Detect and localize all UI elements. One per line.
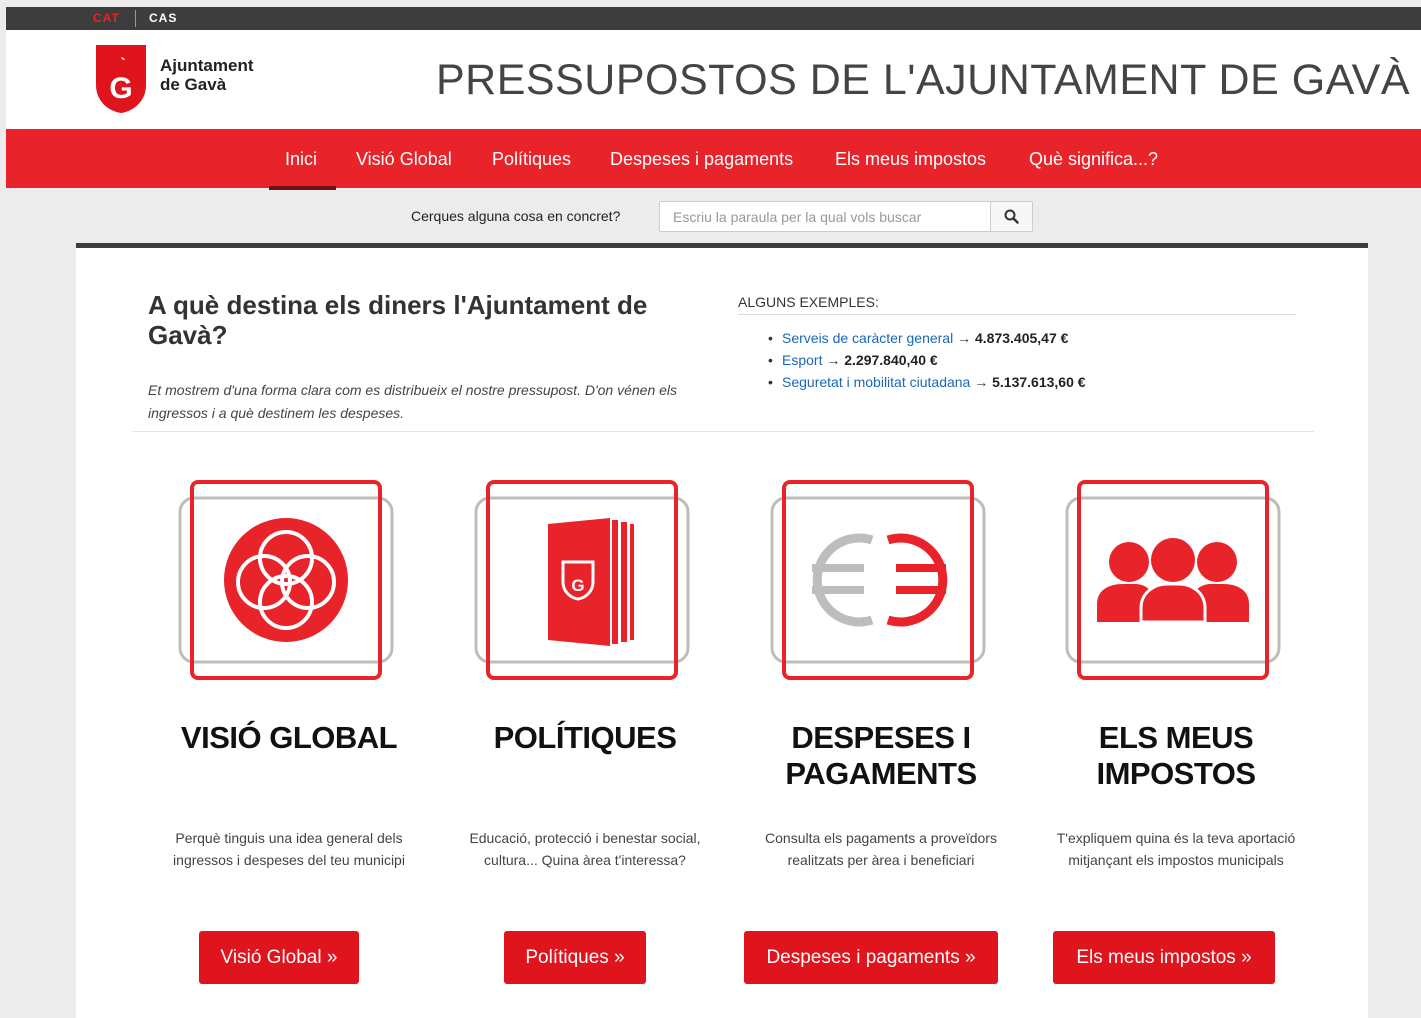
card-text: T'expliquem quina és la teva aportació m… <box>1056 830 1296 868</box>
card-visio-global: VISIÓ GLOBAL Perquè tinguis una idea gen… <box>164 475 434 995</box>
shield-logo-icon: G ` <box>96 45 146 113</box>
nav-item-visio-global[interactable]: Visió Global <box>356 149 452 170</box>
header: G ` Ajuntament de Gavà PRESSUPOSTOS DE L… <box>6 30 1421 129</box>
list-item: Seguretat i mobilitat ciutadana → 5.137.… <box>768 371 1086 393</box>
svg-text:`: ` <box>120 56 125 73</box>
examples-heading: ALGUNS EXEMPLES: <box>738 294 1296 315</box>
search-button[interactable] <box>990 202 1032 231</box>
nav-item-impostos[interactable]: Els meus impostos <box>835 149 986 170</box>
search-label: Cerques alguna cosa en concret? <box>411 208 621 224</box>
search-icon <box>1004 209 1019 224</box>
book-icon[interactable]: G <box>472 480 692 680</box>
example-link[interactable]: Serveis de caràcter general <box>782 330 953 346</box>
card-despeses: DESPESES I PAGAMENTS Consulta els pagame… <box>744 475 1026 995</box>
examples-list: Serveis de caràcter general → 4.873.405,… <box>768 327 1086 393</box>
card-title: DESPESES I PAGAMENTS <box>785 720 977 791</box>
search-row: Cerques alguna cosa en concret? <box>6 188 1421 244</box>
example-value: 2.297.840,40 € <box>844 352 938 368</box>
nav-item-politiques[interactable]: Polítiques <box>492 149 571 170</box>
arrow: → <box>826 352 841 368</box>
svg-text:G: G <box>571 576 584 595</box>
logo-text: Ajuntament de Gavà <box>160 56 254 94</box>
impostos-button[interactable]: Els meus impostos » <box>1053 931 1275 984</box>
nav-item-despeses[interactable]: Despeses i pagaments <box>610 149 793 170</box>
main-content: A què destina els diners l'Ajuntament de… <box>76 243 1368 1018</box>
example-value: 5.137.613,60 € <box>992 374 1086 390</box>
circles-icon[interactable] <box>176 480 396 680</box>
lang-separator <box>135 10 136 27</box>
lang-cat-link[interactable]: CAT <box>93 11 120 25</box>
politiques-button[interactable]: Polítiques » <box>504 931 646 984</box>
intro-text: Et mostrem d'una forma clara com es dist… <box>148 382 678 421</box>
logo-line-2: de Gavà <box>160 75 227 94</box>
card-title: POLÍTIQUES <box>493 720 677 755</box>
card-impostos: ELS MEUS IMPOSTOS T'expliquem quina és l… <box>1051 475 1321 995</box>
card-title: ELS MEUS IMPOSTOS <box>1096 720 1256 791</box>
euro-icon[interactable] <box>768 480 988 680</box>
search-box <box>659 201 1033 232</box>
people-icon[interactable] <box>1063 480 1283 680</box>
card-text: Perquè tinguis una idea general dels ing… <box>173 830 405 868</box>
example-value: 4.873.405,47 € <box>974 330 1069 346</box>
logo[interactable]: G ` Ajuntament de Gavà <box>92 43 272 115</box>
card-text: Educació, protecció i benestar social, c… <box>469 830 701 868</box>
example-link[interactable]: Esport <box>782 352 822 368</box>
nav-item-inici[interactable]: Inici <box>285 149 317 170</box>
arrow: → <box>974 374 989 390</box>
visio-global-button[interactable]: Visió Global » <box>199 931 359 984</box>
language-bar: CAT CAS <box>6 7 1421 30</box>
card-title: VISIÓ GLOBAL <box>180 720 398 755</box>
card-politiques: G POLÍTIQUES Educació, protecció i benes… <box>460 475 730 995</box>
list-item: Esport → 2.297.840,40 € <box>768 349 1086 371</box>
despeses-button[interactable]: Despeses i pagaments » <box>744 931 998 984</box>
divider <box>132 431 1314 432</box>
nav-item-que-significa[interactable]: Què significa...? <box>1029 149 1158 170</box>
lang-cas-link[interactable]: CAS <box>149 11 177 25</box>
search-input[interactable] <box>660 202 990 231</box>
arrow: → <box>957 330 972 346</box>
list-item: Serveis de caràcter general → 4.873.405,… <box>768 327 1086 349</box>
example-link[interactable]: Seguretat i mobilitat ciutadana <box>782 374 970 390</box>
site-title: PRESSUPOSTOS DE L'AJUNTAMENT DE GAVÀ <box>436 56 1411 104</box>
intro-title: A què destina els diners l'Ajuntament de… <box>148 290 648 350</box>
main-nav: Inici Visió Global Polítiques Despeses i… <box>6 129 1421 190</box>
svg-text:G: G <box>109 72 132 105</box>
logo-line-1: Ajuntament <box>160 56 254 75</box>
card-text: Consulta els pagaments a proveïdors real… <box>765 830 997 868</box>
page: CAT CAS G ` Ajuntament de Gavà PRESSUPOS… <box>0 0 1421 1018</box>
